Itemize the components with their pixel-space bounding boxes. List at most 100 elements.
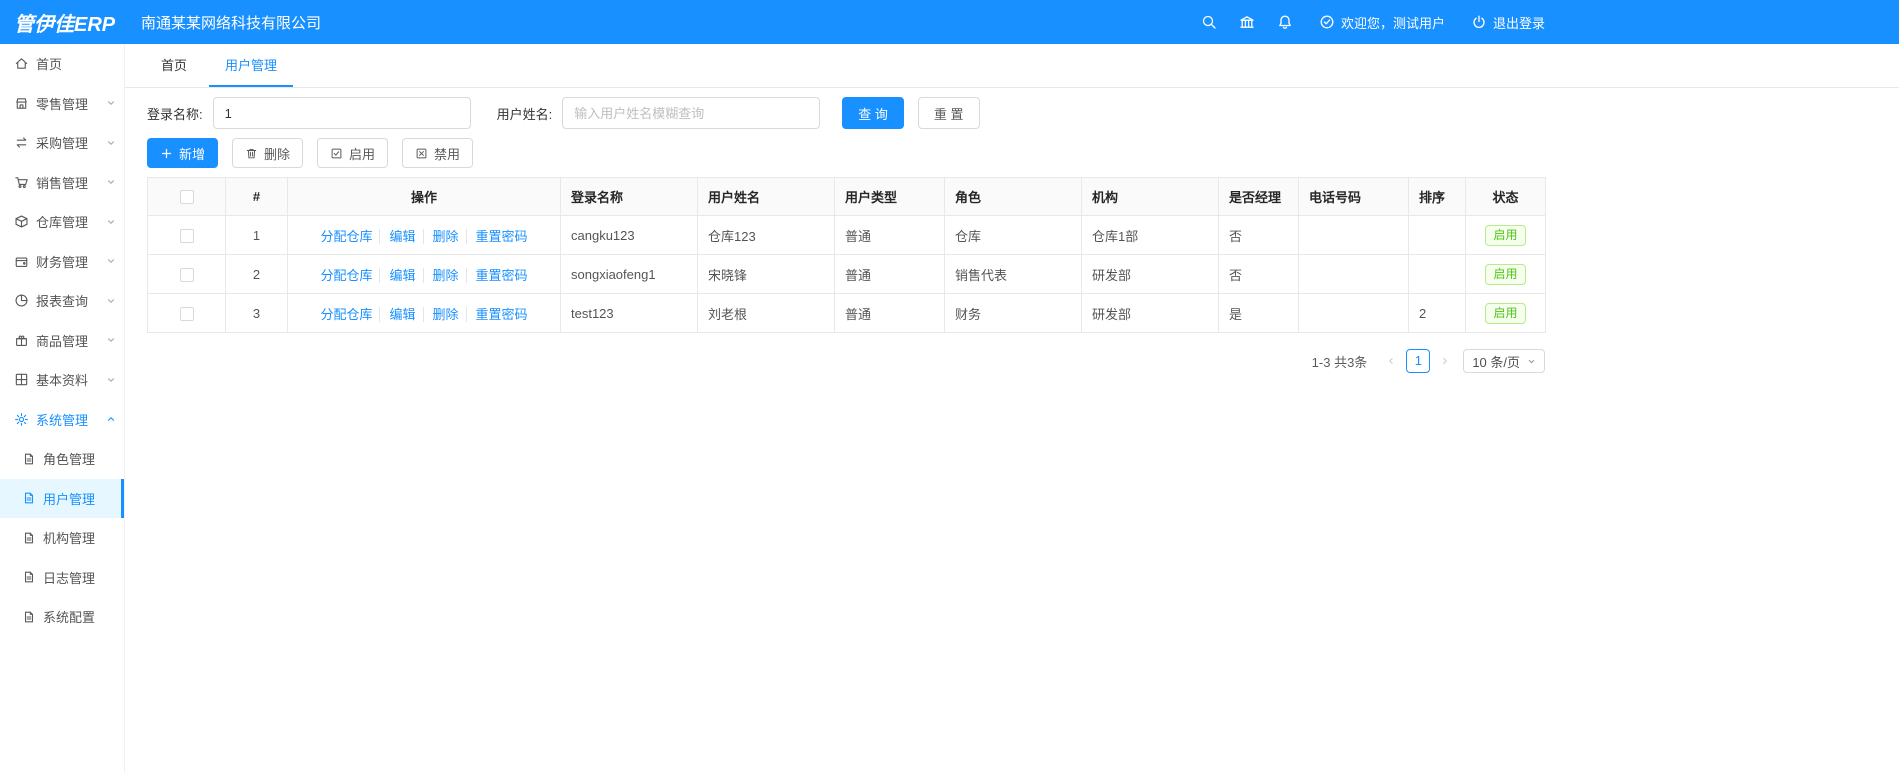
table-row: 2 分配仓库 编辑 删除 重置密码 songxiaofeng1 宋晓锋 普通 销售代表… <box>147 254 1546 294</box>
row-checkbox[interactable] <box>179 267 194 282</box>
edit-link[interactable]: 编辑 <box>379 267 416 283</box>
doc-icon <box>24 532 34 544</box>
delete-link[interactable]: 删除 <box>422 306 459 322</box>
action-toolbar: 新增 删除 启用 禁用 <box>147 138 1877 168</box>
topbar: 管伊佳ERP 南通某某网络科技有限公司 欢迎您，测试用户 退出登录 <box>0 0 1899 44</box>
user-name-input[interactable] <box>562 97 821 129</box>
delete-button[interactable]: 删除 <box>232 138 304 168</box>
user-type-cell: 普通 <box>834 215 945 255</box>
search-icon <box>1202 15 1216 29</box>
reset-password-link[interactable]: 重置密码 <box>465 228 528 244</box>
chevron-down-icon <box>1528 359 1535 363</box>
page-number-button[interactable]: 1 <box>1406 349 1431 373</box>
search-button[interactable]: 查 询 <box>842 97 904 129</box>
reset-password-link[interactable]: 重置密码 <box>465 267 528 283</box>
index-cell: 1 <box>225 215 288 255</box>
logout-button[interactable]: 退出登录 <box>1471 13 1545 32</box>
pagination-total: 1-3 共3条 <box>1311 354 1368 370</box>
next-page-button[interactable] <box>1435 356 1455 366</box>
org-cell: 仓库1部 <box>1081 215 1219 255</box>
filter-form: 登录名称: 用户姓名: 查 询 重 置 <box>147 97 1877 129</box>
status-badge: 启用 <box>1485 302 1526 324</box>
gear-icon <box>15 412 28 426</box>
tab-home[interactable]: 首页 <box>145 44 203 87</box>
is-manager-cell: 否 <box>1218 215 1299 255</box>
sidebar-item-goods[interactable]: 商品管理 <box>0 321 124 361</box>
delete-link[interactable]: 删除 <box>422 267 459 283</box>
prev-page-button[interactable] <box>1381 356 1401 366</box>
table-header-row: # 操作 登录名称 用户姓名 用户类型 角色 机构 是否经理 电话号码 排序 状… <box>147 177 1546 216</box>
sidebar-item-label: 首页 <box>36 57 63 73</box>
welcome-user[interactable]: 欢迎您，测试用户 <box>1319 13 1445 32</box>
login-name-label: 登录名称: <box>147 106 203 122</box>
sidebar-item-sales[interactable]: 销售管理 <box>0 163 124 203</box>
tab-user-management[interactable]: 用户管理 <box>209 44 294 87</box>
header-sort: 排序 <box>1408 177 1466 216</box>
header-user-name: 用户姓名 <box>697 177 835 216</box>
doc-icon <box>24 571 34 583</box>
sidebar-item-user-management[interactable]: 用户管理 <box>0 478 124 518</box>
chevron-right-icon <box>1443 357 1448 365</box>
tab-bar: 首页 用户管理 <box>125 44 1899 88</box>
reset-button[interactable]: 重 置 <box>917 97 980 129</box>
user-name-cell: 刘老根 <box>697 293 835 333</box>
sidebar-item-log-management[interactable]: 日志管理 <box>0 558 124 598</box>
delete-link[interactable]: 删除 <box>422 228 459 244</box>
add-button[interactable]: 新增 <box>147 138 219 168</box>
chevron-up-icon <box>107 417 115 422</box>
doc-icon <box>24 492 34 504</box>
sidebar-item-label: 机构管理 <box>43 531 96 547</box>
assign-warehouse-link[interactable]: 分配仓库 <box>320 229 372 244</box>
assign-warehouse-link[interactable]: 分配仓库 <box>320 307 372 322</box>
doc-icon <box>24 453 34 465</box>
actions-cell: 分配仓库 编辑 删除 重置密码 <box>287 293 561 333</box>
sidebar-item-purchase[interactable]: 采购管理 <box>0 123 124 163</box>
sidebar-item-label: 系统管理 <box>36 412 89 428</box>
login-name-input[interactable] <box>212 97 471 129</box>
sidebar-item-org-management[interactable]: 机构管理 <box>0 518 124 558</box>
search-button[interactable] <box>1201 14 1217 30</box>
sidebar-item-label: 报表查询 <box>36 294 89 310</box>
reset-password-link[interactable]: 重置密码 <box>465 306 528 322</box>
sort-cell <box>1408 215 1466 255</box>
sidebar-item-reports[interactable]: 报表查询 <box>0 281 124 321</box>
header-select-all <box>147 177 226 216</box>
sidebar-item-warehouse[interactable]: 仓库管理 <box>0 202 124 242</box>
select-all-checkbox[interactable] <box>179 190 194 205</box>
phone-cell <box>1298 254 1409 294</box>
sidebar-item-retail[interactable]: 零售管理 <box>0 84 124 124</box>
status-cell: 启用 <box>1465 293 1546 333</box>
shop-icon <box>16 98 27 109</box>
sidebar-item-label: 商品管理 <box>36 333 89 349</box>
sidebar-item-home[interactable]: 首页 <box>0 44 124 84</box>
enable-button[interactable]: 启用 <box>317 138 389 168</box>
org-cell: 研发部 <box>1081 254 1219 294</box>
sidebar-item-system-config[interactable]: 系统配置 <box>0 597 124 637</box>
home-site-button[interactable] <box>1239 14 1255 30</box>
logout-power-icon <box>1473 15 1485 28</box>
notifications-button[interactable] <box>1277 14 1293 30</box>
row-checkbox[interactable] <box>179 228 194 243</box>
app-logo[interactable]: 管伊佳ERP <box>0 8 125 37</box>
role-cell: 财务 <box>944 293 1082 333</box>
sidebar-item-basic-data[interactable]: 基本资料 <box>0 360 124 400</box>
page-size-select[interactable]: 10 条/页 <box>1463 349 1545 373</box>
disable-button[interactable]: 禁用 <box>402 138 474 168</box>
row-checkbox[interactable] <box>179 306 194 321</box>
header-is-manager: 是否经理 <box>1218 177 1299 216</box>
bank-icon <box>1240 16 1254 28</box>
chevron-down-icon <box>107 101 115 106</box>
header-actions: 操作 <box>287 177 561 216</box>
org-cell: 研发部 <box>1081 293 1219 333</box>
assign-warehouse-link[interactable]: 分配仓库 <box>320 268 372 283</box>
sidebar-item-finance[interactable]: 财务管理 <box>0 242 124 282</box>
status-badge: 启用 <box>1485 263 1526 285</box>
sidebar-item-label: 用户管理 <box>43 491 96 507</box>
user-check-circle-icon <box>1320 15 1334 29</box>
chevron-down-icon <box>107 219 115 224</box>
sidebar-item-role-management[interactable]: 角色管理 <box>0 439 124 479</box>
edit-link[interactable]: 编辑 <box>379 228 416 244</box>
edit-link[interactable]: 编辑 <box>379 306 416 322</box>
sidebar-item-system[interactable]: 系统管理 <box>0 400 124 440</box>
sidebar-item-label: 销售管理 <box>36 175 89 191</box>
